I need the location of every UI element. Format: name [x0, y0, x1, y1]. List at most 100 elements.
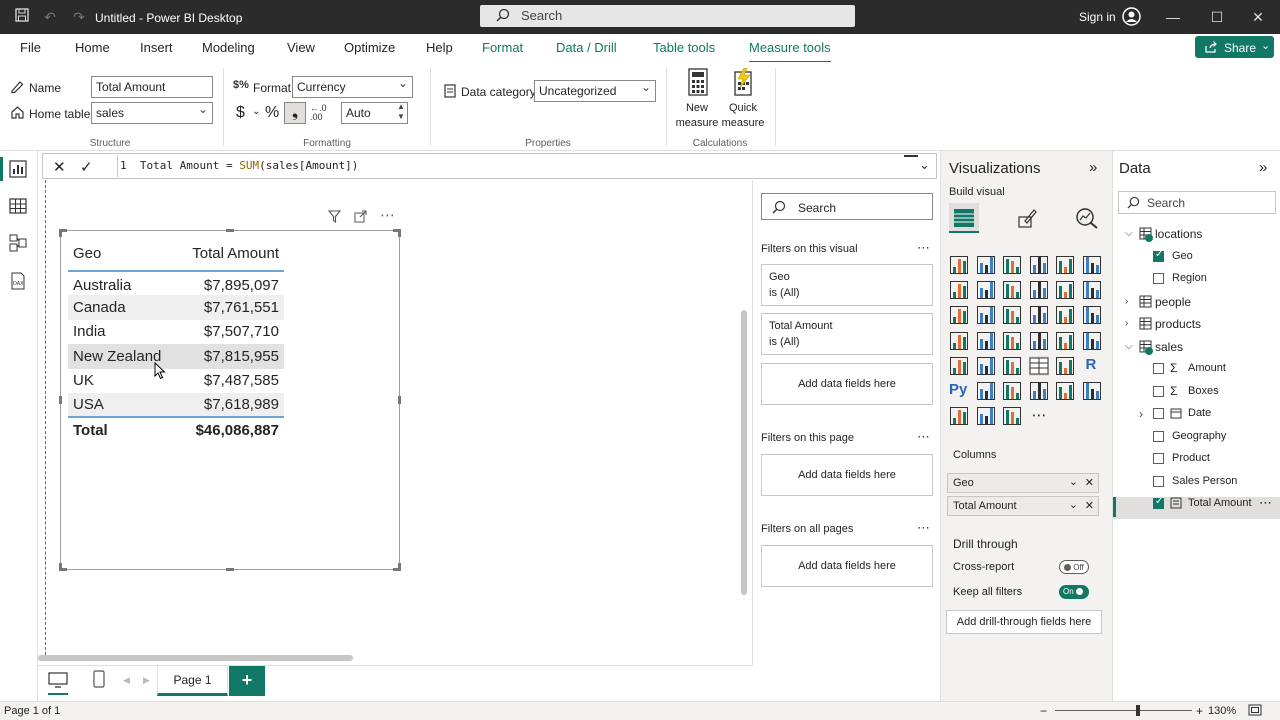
resize-handle[interactable]	[226, 568, 234, 571]
collapse-pane-icon[interactable]: »	[1259, 159, 1267, 176]
decomposition-tree-icon[interactable]	[1002, 381, 1022, 401]
field-node-product[interactable]: Product	[1113, 452, 1280, 474]
drill-through-drop-zone[interactable]: Add drill-through fields here	[946, 610, 1102, 634]
quick-measure-button[interactable]: Quick measure	[718, 67, 768, 134]
field-checkbox[interactable]	[1153, 385, 1164, 397]
search-box[interactable]: Search	[480, 5, 855, 27]
area-chart-icon[interactable]	[976, 280, 996, 300]
field-node-sales-person[interactable]: Sales Person	[1113, 475, 1280, 497]
zoom-slider-thumb[interactable]	[1136, 705, 1140, 716]
field-checkbox[interactable]	[1153, 475, 1164, 487]
field-checkbox[interactable]	[1153, 496, 1164, 509]
line-chart-icon[interactable]	[949, 280, 969, 300]
formula-input[interactable]: 1 Total Amount = SUM(sales[Amount])	[117, 155, 903, 177]
thousands-separator-button[interactable]: ❟	[284, 102, 306, 124]
paginated-report-icon[interactable]	[949, 406, 969, 426]
funnel-chart-icon[interactable]	[976, 305, 996, 325]
smart-narrative-icon[interactable]	[1055, 381, 1075, 401]
chevron-down-icon[interactable]: ⌄	[1261, 39, 1270, 52]
100-stacked-column-chart-icon[interactable]	[1082, 255, 1102, 275]
add-page-button[interactable]: +	[229, 666, 265, 696]
chevron-right-icon[interactable]: ›	[1125, 296, 1128, 307]
percent-button[interactable]: %	[265, 104, 279, 122]
table-icon[interactable]	[1028, 355, 1049, 376]
tab-data-drill[interactable]: Data / Drill	[556, 40, 617, 55]
column-header-geo[interactable]: Geo	[68, 237, 174, 272]
azure-map-icon[interactable]	[1029, 331, 1049, 351]
build-visual-tab[interactable]	[949, 203, 979, 233]
canvas-vertical-scrollbar[interactable]	[741, 310, 747, 595]
clustered-bar-chart-icon[interactable]	[1002, 255, 1022, 275]
table-node-locations[interactable]: ⌵ locations	[1113, 227, 1280, 249]
filled-map-icon[interactable]	[976, 331, 996, 351]
more-visuals-icon[interactable]: ⋯	[1029, 406, 1049, 426]
chevron-down-icon[interactable]: ⌄	[919, 157, 930, 173]
r-script-visual-icon[interactable]: R	[1082, 356, 1102, 376]
shape-map-icon[interactable]	[1002, 331, 1022, 351]
tab-file[interactable]: File	[20, 40, 41, 55]
qa-visual-icon[interactable]	[1029, 381, 1049, 401]
field-checkbox[interactable]	[1153, 273, 1164, 284]
currency-button[interactable]: $	[236, 104, 245, 122]
page-filter-drop-zone[interactable]: Add data fields here	[761, 454, 933, 496]
gauge-icon[interactable]	[1055, 331, 1075, 351]
table-row[interactable]: Australia $7,895,097	[68, 271, 284, 295]
all-pages-filter-drop-zone[interactable]: Add data fields here	[761, 545, 933, 587]
remove-field-icon[interactable]: ✕	[1085, 476, 1094, 489]
table-row[interactable]: India $7,507,710	[68, 320, 284, 344]
donut-chart-icon[interactable]	[1055, 305, 1075, 325]
matrix-visual[interactable]: Geo Total Amount Australia $7,895,097 Can…	[59, 229, 401, 571]
field-node-date[interactable]: › Date	[1113, 407, 1280, 429]
chevron-down-icon[interactable]: ⌄	[252, 106, 260, 117]
resize-handle[interactable]	[398, 396, 401, 404]
scatter-chart-icon[interactable]	[1002, 305, 1022, 325]
tab-help[interactable]: Help	[426, 40, 453, 55]
table-node-people[interactable]: › people	[1113, 295, 1280, 317]
more-options-icon[interactable]: ⋯	[1259, 495, 1272, 511]
more-options-icon[interactable]: ⋯	[917, 429, 930, 445]
tab-insert[interactable]: Insert	[140, 40, 173, 55]
key-influencers-icon[interactable]	[976, 381, 996, 401]
total-row[interactable]: Total $46,086,887	[68, 416, 284, 444]
save-icon[interactable]	[13, 8, 31, 26]
resize-handle[interactable]	[226, 229, 234, 232]
previous-page-icon[interactable]: ◀	[123, 675, 130, 686]
analytics-icon[interactable]	[1075, 207, 1099, 232]
remove-field-icon[interactable]: ✕	[1085, 499, 1094, 512]
geo-filter-card[interactable]: Geo is (All)	[761, 264, 933, 306]
model-view-icon[interactable]	[9, 234, 29, 254]
dax-query-view-icon[interactable]: DAX	[9, 272, 29, 292]
line-and-column-chart-icon[interactable]	[1029, 280, 1049, 300]
report-canvas[interactable]: ⋯ Geo Total Amount Australia $7,895,097 C…	[38, 180, 752, 665]
zoom-in-icon[interactable]: +	[1196, 704, 1203, 718]
field-checkbox[interactable]	[1153, 430, 1164, 442]
desktop-layout-icon[interactable]	[48, 672, 68, 695]
home-table-select[interactable]: sales	[91, 102, 213, 124]
column-header-total-amount[interactable]: Total Amount	[174, 237, 284, 272]
python-visual-icon[interactable]: Py	[949, 381, 969, 401]
field-node-geo[interactable]: Geo	[1113, 249, 1280, 272]
stacked-column-chart-icon[interactable]	[976, 255, 996, 275]
stacked-bar-chart-icon[interactable]	[949, 255, 969, 275]
minimize-icon[interactable]: —	[1164, 8, 1182, 26]
field-checkbox[interactable]	[1153, 408, 1164, 419]
undo-icon[interactable]: ↶	[41, 8, 59, 26]
spin-arrows-icon[interactable]: ▲ ▼	[397, 102, 405, 122]
total-amount-filter-card[interactable]: Total Amount is (All)	[761, 313, 933, 355]
ribbon-chart-icon[interactable]	[1055, 280, 1075, 300]
data-search-box[interactable]: Search	[1118, 191, 1276, 214]
sign-in-link[interactable]: Sign in	[1079, 10, 1116, 24]
table-node-sales[interactable]: ⌵ sales	[1113, 340, 1280, 362]
table-row[interactable]: UK $7,487,585	[68, 369, 284, 393]
format-visual-icon[interactable]	[1017, 207, 1039, 232]
cancel-formula-icon[interactable]: ✕	[53, 158, 66, 176]
zoom-slider[interactable]	[1055, 710, 1192, 711]
pie-chart-icon[interactable]	[1029, 305, 1049, 325]
columns-field-geo[interactable]: Geo ⌄ ✕	[947, 473, 1099, 493]
decimal-places-icon[interactable]: ←.0.00	[310, 104, 327, 122]
chevron-down-icon[interactable]: ⌵	[1125, 228, 1133, 239]
visual-filter-drop-zone[interactable]: Add data fields here	[761, 363, 933, 405]
line-and-stacked-column-chart-icon[interactable]	[949, 305, 969, 325]
tab-format[interactable]: Format	[482, 40, 523, 55]
filters-search-box[interactable]: Search	[761, 193, 933, 220]
